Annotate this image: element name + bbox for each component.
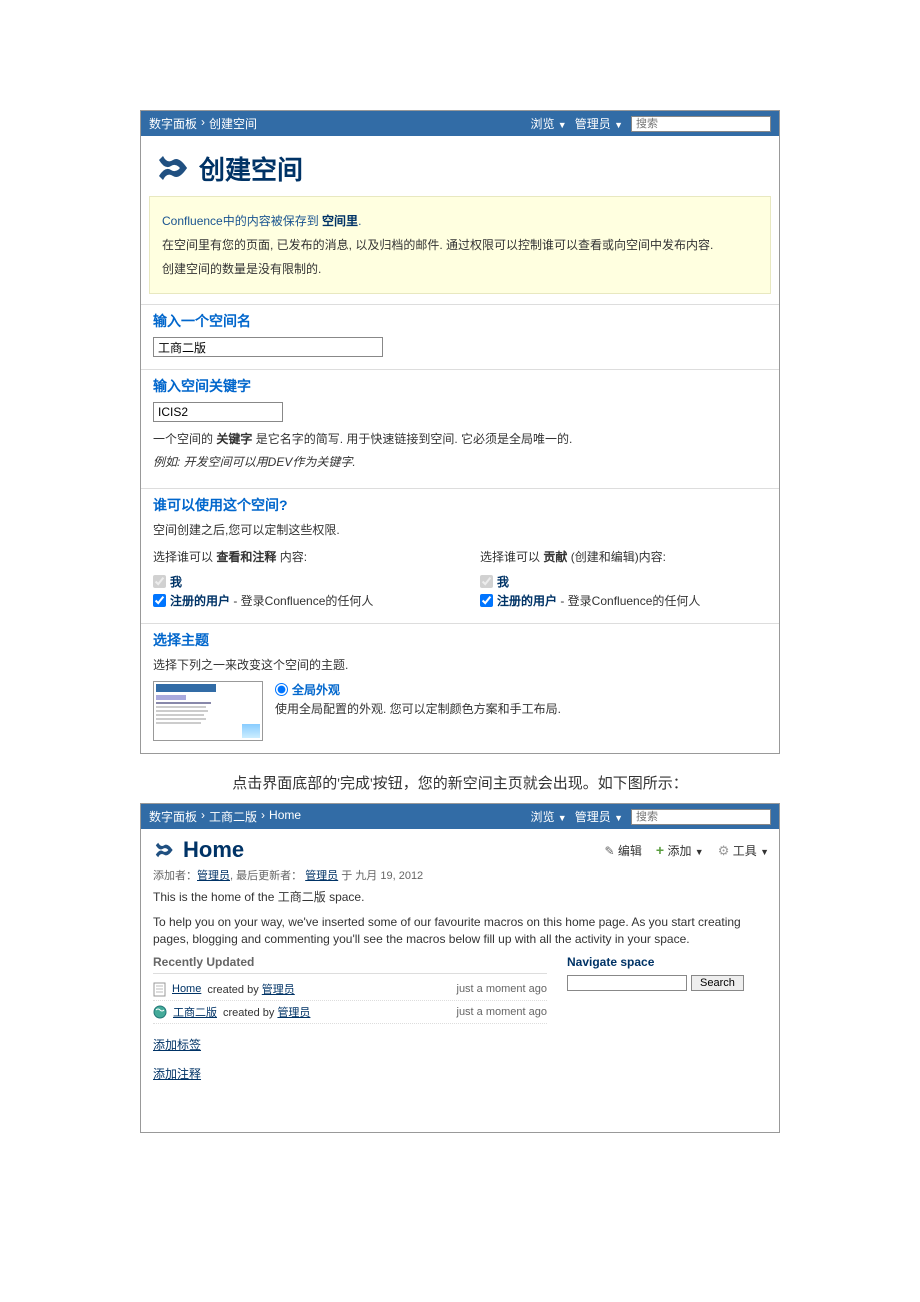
theme-heading: 选择主题 <box>153 630 767 650</box>
chevron-down-icon: ▼ <box>695 847 704 857</box>
space-key-heading: 输入空间关键字 <box>153 376 767 396</box>
recent-item: 工商二版 created by 管理员 just a moment ago <box>153 1001 547 1024</box>
contrib-me-checkbox <box>480 575 493 588</box>
pencil-icon: ✎ <box>604 844 614 858</box>
browse-menu[interactable]: 浏览 ▼ <box>530 808 566 825</box>
add-comment-link[interactable]: 添加注释 <box>153 1065 767 1082</box>
navbar: 数字面板 › 创建空间 浏览 ▼ 管理员 ▼ <box>141 111 779 136</box>
search-input[interactable] <box>631 809 771 825</box>
view-registered-checkbox[interactable] <box>153 594 166 607</box>
create-space-screenshot: 数字面板 › 创建空间 浏览 ▼ 管理员 ▼ 创建空间 Confluence中的… <box>140 110 780 754</box>
confluence-logo-icon <box>151 838 175 862</box>
navbar-2: 数字面板 › 工商二版 › Home 浏览 ▼ 管理员 ▼ <box>141 804 779 829</box>
theme-section: 选择主题 选择下列之一来改变这个空间的主题. 全局外观 使用全局配置的外观. 您… <box>141 623 779 753</box>
page-header-2: Home <box>151 837 244 863</box>
space-key-input[interactable] <box>153 402 283 422</box>
crumb-dashboard[interactable]: 数字面板 <box>149 115 197 132</box>
page-title: Home <box>183 837 244 863</box>
search-input[interactable] <box>631 116 771 132</box>
macro-help: To help you on your way, we've inserted … <box>141 910 779 952</box>
permissions-section: 谁可以使用这个空间? 空间创建之后,您可以定制这些权限. 选择谁可以 查看和注释… <box>141 488 779 623</box>
recent-user-link[interactable]: 管理员 <box>262 984 295 996</box>
chevron-down-icon: ▼ <box>614 120 623 130</box>
chevron-down-icon: ▼ <box>760 847 769 857</box>
intro-box: Confluence中的内容被保存到 空间里. 在空间里有您的页面, 已发布的消… <box>149 196 771 294</box>
view-permissions-col: 选择谁可以 查看和注释 内容: 我 注册的用户 - 登录Confluence的任… <box>153 548 440 611</box>
space-intro: This is the home of the 工商二版 space. <box>141 885 779 910</box>
space-search-button[interactable]: Search <box>691 975 744 991</box>
space-name-heading: 输入一个空间名 <box>153 311 767 331</box>
recent-link[interactable]: 工商二版 <box>173 1004 217 1020</box>
chevron-down-icon: ▼ <box>558 813 567 823</box>
gear-icon: ⚙ <box>718 843 730 858</box>
meta-line: 添加者：管理员, 最后更新者： 管理员 于 九月 19, 2012 <box>141 865 779 885</box>
tools-menu[interactable]: ⚙ 工具 ▼ <box>718 842 769 859</box>
crumb-dashboard[interactable]: 数字面板 <box>149 808 197 825</box>
recently-updated: Recently Updated Home created by 管理员 jus… <box>153 955 547 1024</box>
space-name-section: 输入一个空间名 <box>141 304 779 369</box>
recent-link[interactable]: Home <box>172 983 201 995</box>
page-title: 创建空间 <box>199 150 303 187</box>
recent-user-link[interactable]: 管理员 <box>277 1007 310 1019</box>
space-search-input[interactable] <box>567 975 687 991</box>
editor-link[interactable]: 管理员 <box>305 870 338 882</box>
add-label-link[interactable]: 添加标签 <box>153 1036 767 1053</box>
page-header: 创建空间 <box>141 136 779 192</box>
chevron-down-icon: ▼ <box>558 120 567 130</box>
permissions-heading: 谁可以使用这个空间? <box>153 495 767 515</box>
edit-button[interactable]: ✎ 编辑 <box>604 842 641 859</box>
crumb-create-space[interactable]: 创建空间 <box>209 115 257 132</box>
breadcrumb-2: 数字面板 › 工商二版 › Home <box>149 808 301 825</box>
space-name-input[interactable] <box>153 337 383 357</box>
contribute-permissions-col: 选择谁可以 贡献 (创建和编辑)内容: 我 注册的用户 - 登录Confluen… <box>480 548 767 611</box>
chevron-down-icon: ▼ <box>614 813 623 823</box>
recent-item: Home created by 管理员 just a moment ago <box>153 978 547 1001</box>
view-me-checkbox <box>153 575 166 588</box>
home-screenshot: 数字面板 › 工商二版 › Home 浏览 ▼ 管理员 ▼ Home ✎ 编辑 … <box>140 803 780 1133</box>
plus-icon: + <box>656 842 664 858</box>
space-icon <box>153 1005 167 1019</box>
key-hint: 例如: 开发空间可以用DEV作为关键字. <box>153 453 767 470</box>
theme-thumbnail <box>153 681 263 741</box>
admin-menu[interactable]: 管理员 ▼ <box>575 115 623 132</box>
admin-menu[interactable]: 管理员 ▼ <box>575 808 623 825</box>
breadcrumb: 数字面板 › 创建空间 <box>149 115 257 132</box>
author-link[interactable]: 管理员 <box>197 870 230 882</box>
add-menu[interactable]: + 添加 ▼ <box>656 842 704 859</box>
space-key-section: 输入空间关键字 一个空间的 关键字 是它名字的简写. 用于快速链接到空间. 它必… <box>141 369 779 488</box>
browse-menu[interactable]: 浏览 ▼ <box>530 115 566 132</box>
confluence-logo-icon <box>151 148 191 188</box>
mid-caption: 点击界面底部的'完成'按钮，您的新空间主页就会出现。如下图所示： <box>0 762 920 803</box>
theme-global-radio[interactable] <box>275 683 288 696</box>
crumb-home[interactable]: Home <box>269 808 301 825</box>
page-icon <box>153 982 166 997</box>
contrib-registered-checkbox[interactable] <box>480 594 493 607</box>
navigate-space: Navigate space Search <box>567 955 767 1024</box>
crumb-sep: › <box>201 115 205 132</box>
crumb-space[interactable]: 工商二版 <box>209 808 257 825</box>
